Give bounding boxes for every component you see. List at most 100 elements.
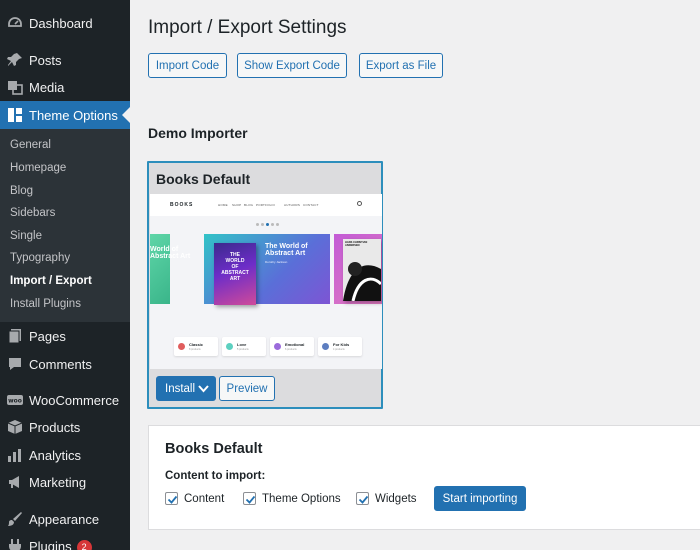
menu-label: Analytics <box>29 448 82 463</box>
theme-options-submenu: General Homepage Blog Sidebars Single Ty… <box>0 129 130 322</box>
page-title: Import / Export Settings <box>148 17 347 38</box>
install-button[interactable]: Install <box>156 376 216 401</box>
checkbox-box[interactable] <box>356 492 369 505</box>
category-count: 4 products <box>333 348 345 351</box>
widgets-checkbox[interactable]: Widgets <box>356 492 417 505</box>
menu-item-analytics[interactable]: Analytics <box>0 441 130 469</box>
active-indicator <box>122 107 130 123</box>
preview-book-cover-bw: HANS CHRISTIAN ANDERSEN <box>343 239 382 302</box>
preview-navbar: BOOKS HOME SHOP BLOG PORTFOLIO AUTHORS C… <box>150 194 382 216</box>
preview-slide-main: The World of Abstract Art Dorothy Jackso… <box>204 234 330 305</box>
submenu-item-typography[interactable]: Typography <box>10 252 70 264</box>
show-export-code-button[interactable]: Show Export Code <box>237 53 347 78</box>
box-icon <box>7 419 23 435</box>
pin-icon <box>7 52 23 68</box>
preview-slide-author: Dorothy Jackson <box>265 260 288 264</box>
menu-item-comments[interactable]: Comments <box>0 350 130 378</box>
carousel-dot <box>271 223 274 226</box>
bar-chart-icon <box>7 447 23 463</box>
dashboard-icon <box>7 15 23 31</box>
checkbox-label: Widgets <box>375 492 417 505</box>
preview-slide-left: World of Abstract Art <box>150 234 190 304</box>
menu-item-posts[interactable]: Posts <box>0 46 130 74</box>
carousel-dot <box>276 223 279 226</box>
menu-label: Comments <box>29 357 92 372</box>
update-count-badge: 2 <box>76 540 92 550</box>
import-panel-title: Books Default <box>165 441 263 457</box>
theme-options-checkbox[interactable]: Theme Options <box>243 492 341 505</box>
menu-item-dashboard[interactable]: Dashboard <box>0 9 130 37</box>
menu-label: Plugins 2 <box>29 539 92 550</box>
carousel-dot-active <box>266 223 269 226</box>
preview-category-card: Emotional 6 products <box>270 337 314 356</box>
brush-icon <box>7 511 23 527</box>
category-label: Love <box>237 342 247 347</box>
menu-label: WooCommerce <box>29 393 120 408</box>
submenu-item-homepage[interactable]: Homepage <box>10 162 66 174</box>
media-icon <box>7 79 23 95</box>
preview-nav-link: SHOP <box>232 203 242 207</box>
menu-label: Dashboard <box>29 16 93 31</box>
export-as-file-button[interactable]: Export as File <box>359 53 443 78</box>
svg-text:woo: woo <box>8 398 22 405</box>
menu-label: Pages <box>29 329 66 344</box>
menu-label: Products <box>29 420 81 435</box>
woo-icon: woo <box>7 392 23 408</box>
menu-item-marketing[interactable]: Marketing <box>0 468 130 496</box>
abstract-art-graphic <box>343 239 382 302</box>
menu-item-products[interactable]: Products <box>0 413 130 441</box>
category-label: For Kids <box>333 342 350 347</box>
preview-nav-link: PORTFOLIO <box>256 203 276 207</box>
submenu-item-import-export[interactable]: Import / Export <box>10 275 92 287</box>
book-cover-title: HANS CHRISTIAN ANDERSEN <box>345 241 368 248</box>
preview-slide-title: The World of Abstract Art <box>265 243 308 257</box>
menu-item-woocommerce[interactable]: woo WooCommerce <box>0 386 130 414</box>
import-code-button[interactable]: Import Code <box>148 53 227 78</box>
menu-label: Marketing <box>29 475 87 490</box>
import-panel: Books Default Content to import: Content… <box>148 425 700 530</box>
checkmark-icon <box>245 495 256 504</box>
menu-item-media[interactable]: Media <box>0 73 130 101</box>
megaphone-icon <box>7 474 23 490</box>
menu-label: Theme Options <box>29 108 118 123</box>
category-icon <box>322 343 329 350</box>
submenu-item-install-plugins[interactable]: Install Plugins <box>10 298 81 310</box>
layout-icon <box>7 107 23 123</box>
comment-icon <box>7 356 23 372</box>
category-label: Emotional <box>285 342 305 347</box>
menu-item-plugins[interactable]: Plugins 2 <box>0 532 130 550</box>
submenu-item-general[interactable]: General <box>10 139 51 151</box>
category-icon <box>274 343 281 350</box>
preview-slide-title: World of Abstract Art <box>150 246 191 260</box>
checkbox-box[interactable] <box>243 492 256 505</box>
content-checkbox[interactable]: Content <box>165 492 224 505</box>
start-importing-button[interactable]: Start importing <box>434 486 526 511</box>
category-label: Classic <box>189 342 204 347</box>
menu-item-appearance[interactable]: Appearance <box>0 505 130 533</box>
preview-nav-link: HOME <box>218 203 228 207</box>
menu-label: Media <box>29 80 65 95</box>
menu-item-pages[interactable]: Pages <box>0 322 130 350</box>
category-icon <box>226 343 233 350</box>
submenu-item-sidebars[interactable]: Sidebars <box>10 207 55 219</box>
category-count: 6 products <box>285 348 297 351</box>
carousel-dot <box>256 223 259 226</box>
demo-card[interactable]: Books Default BOOKS HOME SHOP BLOG PORTF… <box>147 161 383 409</box>
checkbox-label: Theme Options <box>262 492 341 505</box>
preview-logo: BOOKS <box>170 202 194 208</box>
preview-nav-link: CONTACT <box>303 203 319 207</box>
menu-item-theme-options[interactable]: Theme Options <box>0 101 130 129</box>
preview-nav-link: AUTHORS <box>284 203 301 207</box>
demo-card-title: Books Default <box>156 171 251 187</box>
category-count: 8 products <box>189 348 201 351</box>
checkmark-icon <box>167 495 178 504</box>
book-cover-title: THE WORLD OF ABSTRACT ART <box>221 252 249 282</box>
install-label: Install <box>165 382 196 395</box>
submenu-item-single[interactable]: Single <box>10 230 42 242</box>
submenu-item-blog[interactable]: Blog <box>10 185 33 197</box>
preview-button[interactable]: Preview <box>219 376 275 401</box>
checkbox-box[interactable] <box>165 492 178 505</box>
category-count: 5 products <box>237 348 249 351</box>
preview-category-card: Love 5 products <box>222 337 266 356</box>
chevron-down-icon[interactable] <box>198 384 209 396</box>
